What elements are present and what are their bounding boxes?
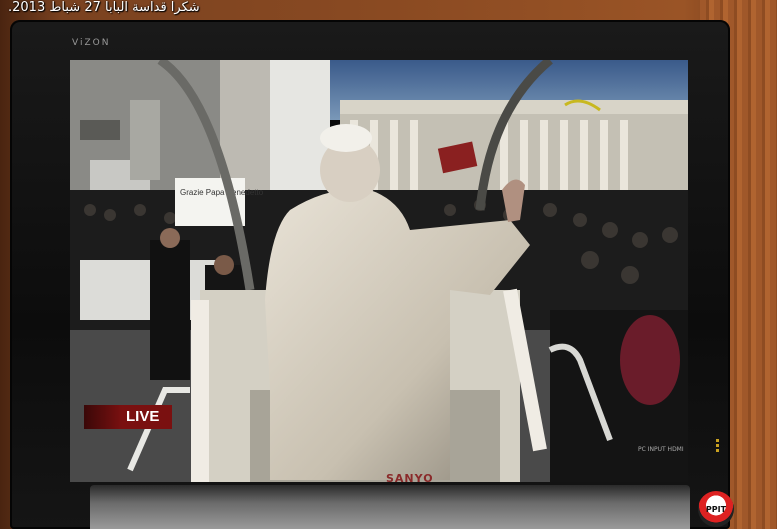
- monitor-stand: [90, 485, 690, 529]
- banner-text: Grazie Papa Benedetto: [180, 188, 264, 197]
- brand-bottom: SANYO: [386, 472, 434, 485]
- caption-text: شكرا قداسة البابا 27 شباط 2013.: [8, 0, 200, 15]
- led-indicators: [716, 437, 720, 467]
- port-labels: PC INPUT HDMI: [638, 446, 684, 453]
- tv-monitor: ViZON Grazie Papa Benedetto LIVE PC INPU…: [10, 20, 730, 529]
- live-badge: LIVE: [84, 405, 172, 429]
- sticker-logo: PPIT: [698, 491, 734, 527]
- brand-top: ViZON: [72, 38, 111, 48]
- tv-screen: Grazie Papa Benedetto LIVE: [70, 60, 688, 482]
- zucchetto: [320, 124, 372, 152]
